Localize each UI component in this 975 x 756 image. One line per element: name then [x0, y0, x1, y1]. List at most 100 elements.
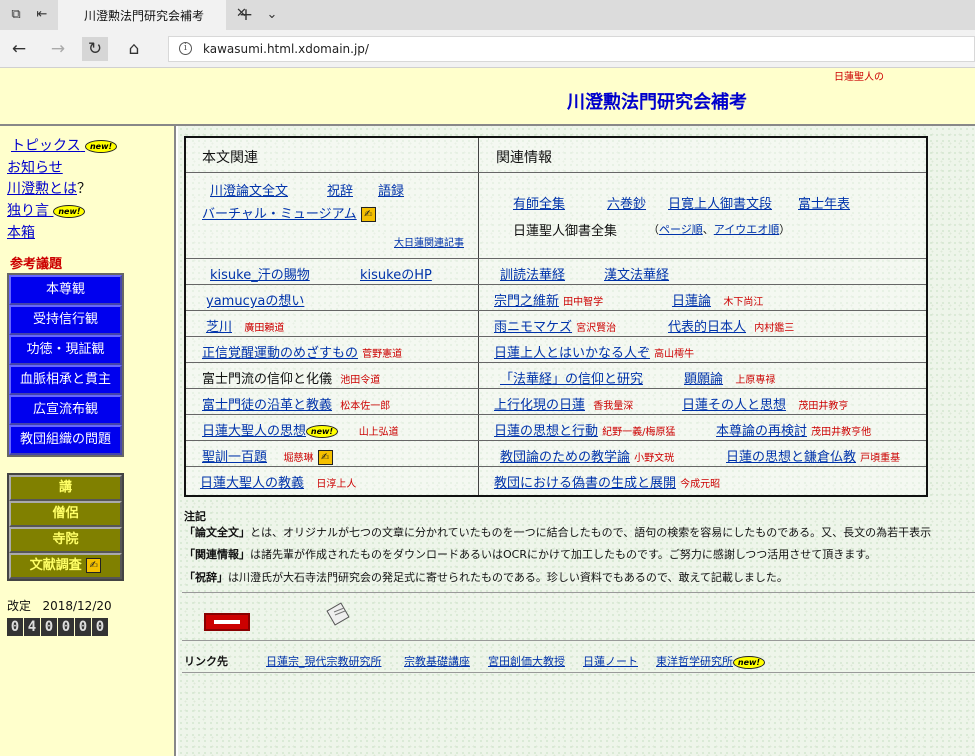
link-gisho-seisei[interactable]: 教団における偽書の生成と展開: [494, 476, 676, 491]
link-kanbun-hokekyo[interactable]: 漢文法華経: [604, 264, 669, 283]
link-fuji-monto-enkaku[interactable]: 富士門徒の沿革と教義: [202, 398, 332, 413]
menu-button-ko[interactable]: 講: [9, 475, 122, 501]
link-aiueo-order[interactable]: アイウエオ順: [714, 223, 779, 236]
link-nichiren-ikanaru-hito[interactable]: 日蓮上人とはいかなる人ぞ: [494, 346, 650, 361]
note-line: 「論文全文」とは、オリジナルが七つの文章に分かれていたものを一つに結合したもので…: [184, 524, 931, 540]
note-term: 「関連情報」: [184, 548, 250, 561]
link-yamucya[interactable]: yamucyaの想い: [206, 290, 304, 309]
link-daishonin-shiso[interactable]: 日蓮大聖人の思想: [202, 424, 306, 439]
browser-tab[interactable]: 川澄勲法門研究会補考 ✕: [58, 0, 247, 30]
info-icon[interactable]: i: [179, 42, 192, 55]
menu-button-kyodan[interactable]: 教団組織の問題: [9, 425, 122, 455]
sidebar-link-monologue[interactable]: 独り言 new!: [7, 200, 86, 220]
author-label: 田中智学: [563, 297, 604, 308]
link-shukyo-kiso[interactable]: 宗教基礎講座: [404, 653, 470, 669]
link-rokkansho[interactable]: 六巻鈔: [607, 193, 646, 212]
refresh-icon[interactable]: ↻: [82, 37, 108, 61]
author-label: 松本佐一郎: [340, 401, 391, 412]
link-sayings[interactable]: 語録: [378, 180, 404, 199]
fuji-shinko-label: 富士門流の信仰と化儀: [202, 372, 333, 387]
link-page-order[interactable]: ページ順: [659, 223, 703, 236]
home-icon[interactable]: ⌂: [121, 37, 147, 61]
gosho-index-links: （ページ順、アイウエオ順）: [648, 223, 791, 236]
chevron-down-icon[interactable]: ⌄: [262, 5, 282, 25]
menu-button-kosen[interactable]: 広宣流布観: [9, 395, 122, 425]
book-icon: ✍: [360, 207, 376, 222]
set-aside-tabs-icon[interactable]: ⇤: [32, 5, 52, 25]
menu-button-jiin[interactable]: 寺院: [9, 527, 122, 553]
link-daihyoteki-nihonjin[interactable]: 代表的日本人: [668, 320, 746, 335]
link-fuji-chronology[interactable]: 富士年表: [798, 193, 850, 212]
row-divider: [186, 336, 926, 337]
guestbook-icon[interactable]: [325, 600, 351, 626]
author-label: 高山樗牛: [654, 349, 695, 360]
link-shibakawa[interactable]: 芝川: [206, 320, 232, 335]
link-jogyo-kegen[interactable]: 上行化現の日蓮: [494, 398, 585, 413]
menu-button-honzon[interactable]: 本尊観: [9, 275, 122, 305]
back-icon[interactable]: ←: [6, 37, 32, 61]
link-ame-nimo-makezu[interactable]: 雨ニモマケズ: [494, 320, 572, 335]
author-label: 池田令道: [340, 375, 381, 386]
link-nichiren-ron[interactable]: 日蓮論: [672, 294, 711, 309]
link-miyata-professor[interactable]: 宮田創価大教授: [488, 653, 565, 669]
link-kyodanron-kyogaku[interactable]: 教団論のための教学論: [500, 450, 630, 465]
page-title: 川澄勲法門研究会補考: [567, 92, 747, 113]
link-kamakura-bukkyo[interactable]: 日蓮の思想と鎌倉仏教: [726, 450, 856, 465]
menu-button-juji[interactable]: 受持信行観: [9, 305, 122, 335]
sidebar-link-topics[interactable]: トピックス new!: [11, 135, 118, 155]
link-shoshin-kakusei[interactable]: 正信覚醒運動のめざすもの: [202, 346, 358, 361]
link-full-paper[interactable]: 川澄論文全文: [210, 180, 288, 199]
address-bar: ← → ↻ ⌂ i kawasumi.html.xdomain.jp/: [0, 30, 975, 68]
link-nichiren-sono-hito[interactable]: 日蓮その人と思想: [682, 398, 786, 413]
author-label: 戸頃重基: [860, 453, 901, 464]
new-badge: new!: [53, 204, 86, 218]
menu-button-kudoku[interactable]: 功徳・現証観: [9, 335, 122, 365]
sidebar-link-bookshelf[interactable]: 本箱: [7, 222, 35, 242]
link-kundoku-hokekyo[interactable]: 訓読法華経: [500, 264, 565, 283]
author-label: 内村鑑三: [754, 323, 795, 334]
link-kisuke[interactable]: kisuke_汗の賜物: [210, 264, 310, 283]
mailbox-icon[interactable]: [204, 613, 250, 631]
counter-digit: 0: [75, 618, 91, 636]
link-congratulations[interactable]: 祝辞: [327, 180, 353, 199]
new-tab-icon[interactable]: +: [236, 5, 256, 25]
link-honzon-saikento[interactable]: 本尊論の再検討: [716, 424, 807, 439]
row-divider: [186, 440, 926, 441]
url-input[interactable]: i kawasumi.html.xdomain.jp/: [168, 36, 975, 62]
link-ushi-zenshu[interactable]: 有師全集: [513, 193, 565, 212]
tab-list-icon[interactable]: ⧉: [6, 5, 26, 25]
link-seikun-hyakudai[interactable]: 聖訓一百題: [202, 450, 267, 465]
notes-heading: 注記: [184, 510, 206, 523]
link-nikkan-mondan[interactable]: 日寛上人御書文段: [668, 193, 772, 212]
related-item: 日蓮論 木下尚江: [672, 290, 763, 309]
link-kengan-ron[interactable]: 顕願論: [684, 372, 723, 387]
menu-button-soryo[interactable]: 僧侶: [9, 501, 122, 527]
link-dainichiren-articles[interactable]: 大日蓮関連記事: [394, 234, 464, 249]
link-shumon-ishin[interactable]: 宗門之維新: [494, 294, 559, 309]
browser-tab-bar: ⧉ ⇤ 川澄勲法門研究会補考 ✕ + ⌄: [0, 0, 975, 30]
related-item: 本尊論の再検討 茂田井教亨他: [716, 420, 871, 439]
row-divider: [186, 284, 926, 285]
link-toyo-tetsugaku[interactable]: 東洋哲学研究所: [656, 655, 733, 668]
menu-button-kechimyaku[interactable]: 血脈相承と貫主: [9, 365, 122, 395]
link-nichiren-shiso-kodo[interactable]: 日蓮の思想と行動: [494, 424, 598, 439]
divider: [182, 672, 975, 673]
sidebar-link-about[interactable]: 川澄勲とは: [7, 181, 77, 197]
related-item: 宗門之維新 田中智学: [494, 290, 603, 309]
question-mark: ？: [77, 181, 91, 197]
row-divider: [186, 362, 926, 363]
forward-icon[interactable]: →: [45, 37, 71, 61]
link-daishonin-kyogi[interactable]: 日蓮大聖人の教義: [200, 476, 304, 491]
section-heading: 参考議題: [10, 257, 63, 272]
sidebar-link-news[interactable]: お知らせ: [7, 157, 63, 177]
link-nichiren-note[interactable]: 日蓮ノート: [583, 653, 638, 669]
sidebar: トピックス new! お知らせ 川澄勲とは？ 独り言 new! 本箱 参考議題 …: [0, 126, 176, 756]
link-virtual-museum[interactable]: バーチャル・ミュージアム: [202, 207, 357, 222]
menu-button-bunken[interactable]: 文献調査 ✍: [9, 553, 122, 579]
link-hokekyo-shinko[interactable]: 「法華経」の信仰と研究: [500, 368, 643, 387]
link-kisuke-hp[interactable]: kisukeのHP: [360, 264, 432, 283]
corner-note: 日蓮聖人の: [834, 72, 884, 83]
link-gendai-shukyo[interactable]: 日蓮宗_現代宗教研究所: [266, 653, 382, 669]
revised-date: 2018/12/20: [42, 599, 112, 613]
note-line: 「祝辞」は川澄氏が大石寺法門研究会の発足式に寄せられたものである。珍しい資料でも…: [184, 569, 788, 585]
